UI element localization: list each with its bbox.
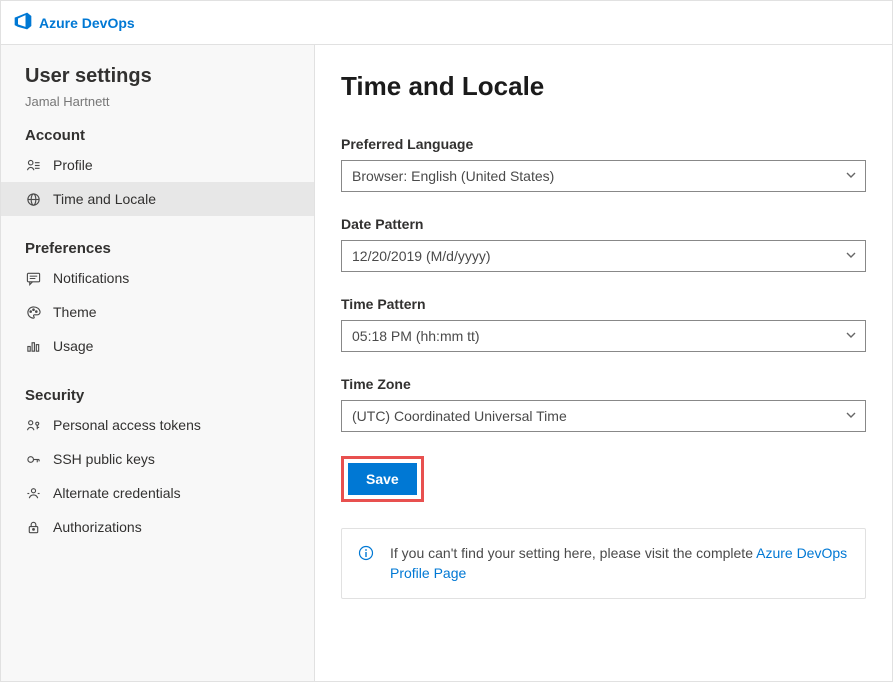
sidebar: User settings Jamal Hartnett Account Pro… <box>1 45 315 681</box>
info-callout: If you can't find your setting here, ple… <box>341 528 866 599</box>
info-icon <box>358 545 376 564</box>
credentials-icon <box>25 485 41 501</box>
sidebar-item-label: Personal access tokens <box>53 417 201 433</box>
chevron-down-icon <box>845 248 857 264</box>
person-key-icon <box>25 417 41 433</box>
profile-icon <box>25 157 41 173</box>
sidebar-item-label: Theme <box>53 304 97 320</box>
sidebar-item-authorizations[interactable]: Authorizations <box>1 510 314 544</box>
sidebar-item-ssh[interactable]: SSH public keys <box>1 442 314 476</box>
main-content: Time and Locale Preferred Language Brows… <box>315 45 892 681</box>
brand-name: Azure DevOps <box>39 15 135 31</box>
sidebar-item-profile[interactable]: Profile <box>1 148 314 182</box>
bar-chart-icon <box>25 338 41 354</box>
save-button[interactable]: Save <box>348 463 417 495</box>
section-account: Account <box>25 127 314 144</box>
sidebar-item-label: Authorizations <box>53 519 142 535</box>
comment-icon <box>25 270 41 286</box>
date-pattern-value: 12/20/2019 (M/d/yyyy) <box>352 248 491 264</box>
sidebar-item-time-locale[interactable]: Time and Locale <box>1 182 314 216</box>
key-icon <box>25 451 41 467</box>
date-pattern-select[interactable]: 12/20/2019 (M/d/yyyy) <box>341 240 866 272</box>
date-pattern-label: Date Pattern <box>341 216 866 232</box>
azure-devops-icon <box>13 11 33 34</box>
sidebar-item-alternate-credentials[interactable]: Alternate credentials <box>1 476 314 510</box>
sidebar-item-label: Usage <box>53 338 93 354</box>
language-label: Preferred Language <box>341 136 866 152</box>
sidebar-item-label: Time and Locale <box>53 191 156 207</box>
info-text: If you can't find your setting here, ple… <box>390 543 849 584</box>
chevron-down-icon <box>845 408 857 424</box>
time-pattern-select[interactable]: 05:18 PM (hh:mm tt) <box>341 320 866 352</box>
section-preferences: Preferences <box>25 240 314 257</box>
save-highlight: Save <box>341 456 424 502</box>
chevron-down-icon <box>845 168 857 184</box>
sidebar-item-theme[interactable]: Theme <box>1 295 314 329</box>
sidebar-item-usage[interactable]: Usage <box>1 329 314 363</box>
lock-icon <box>25 519 41 535</box>
sidebar-item-label: SSH public keys <box>53 451 155 467</box>
sidebar-item-label: Notifications <box>53 270 129 286</box>
topbar: Azure DevOps <box>1 1 892 45</box>
time-pattern-label: Time Pattern <box>341 296 866 312</box>
globe-icon <box>25 191 41 207</box>
time-pattern-value: 05:18 PM (hh:mm tt) <box>352 328 480 344</box>
time-zone-select[interactable]: (UTC) Coordinated Universal Time <box>341 400 866 432</box>
sidebar-item-notifications[interactable]: Notifications <box>1 261 314 295</box>
chevron-down-icon <box>845 328 857 344</box>
page-title: Time and Locale <box>341 71 866 102</box>
info-prefix: If you can't find your setting here, ple… <box>390 545 756 561</box>
sidebar-item-label: Profile <box>53 157 93 173</box>
sidebar-user: Jamal Hartnett <box>25 94 314 109</box>
language-select[interactable]: Browser: English (United States) <box>341 160 866 192</box>
sidebar-item-label: Alternate credentials <box>53 485 181 501</box>
language-value: Browser: English (United States) <box>352 168 554 184</box>
palette-icon <box>25 304 41 320</box>
sidebar-item-pat[interactable]: Personal access tokens <box>1 408 314 442</box>
time-zone-label: Time Zone <box>341 376 866 392</box>
time-zone-value: (UTC) Coordinated Universal Time <box>352 408 567 424</box>
section-security: Security <box>25 387 314 404</box>
brand-link[interactable]: Azure DevOps <box>13 11 135 34</box>
sidebar-title: User settings <box>25 65 314 88</box>
